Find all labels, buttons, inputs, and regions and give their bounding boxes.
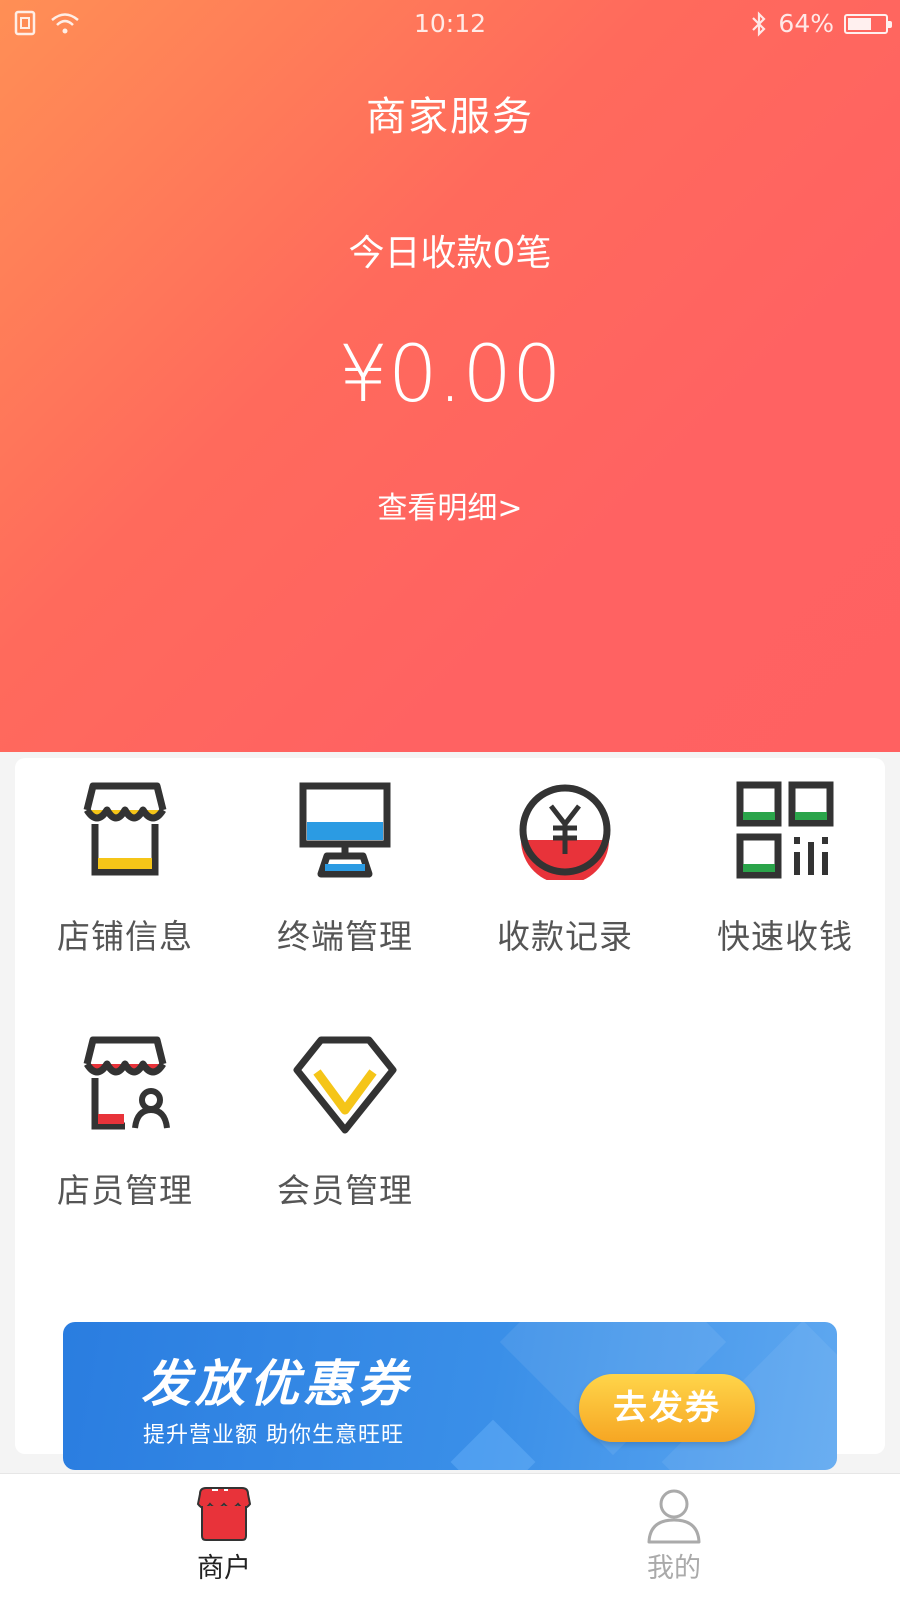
bluetooth-icon xyxy=(752,10,766,37)
grid-item-label: 快速收钱 xyxy=(717,917,853,956)
view-details-link[interactable]: 查看明细> xyxy=(0,483,900,527)
grid-item-label: 店铺信息 xyxy=(57,917,193,956)
grid-item-terminal[interactable]: 终端管理 xyxy=(245,780,445,958)
tab-mine[interactable]: 我的 xyxy=(614,1484,734,1585)
today-amount: ¥0.00 xyxy=(338,330,562,420)
banner-subtitle: 提升营业额 助你生意旺旺 xyxy=(143,1423,404,1448)
tab-merchant[interactable]: 商户 xyxy=(164,1484,284,1585)
tab-label: 商户 xyxy=(197,1553,251,1584)
grid-item-label: 收款记录 xyxy=(497,917,633,956)
battery-percent: 64% xyxy=(778,9,834,38)
qr-code-icon xyxy=(736,781,834,879)
store-info-icon xyxy=(83,782,167,876)
issue-coupon-button[interactable]: 去发券 xyxy=(579,1374,755,1442)
grid-item-quick-pay[interactable]: 快速收钱 xyxy=(685,780,885,958)
tab-label: 我的 xyxy=(647,1553,701,1584)
coupon-banner[interactable]: 发放优惠券 提升营业额 助你生意旺旺 去发券 xyxy=(63,1322,837,1470)
grid-item-label: 终端管理 xyxy=(277,917,413,956)
status-bar: 10:12 64% xyxy=(0,0,900,48)
terminal-icon xyxy=(299,782,391,878)
member-diamond-icon xyxy=(293,1036,397,1134)
hero-header: 10:12 64% 商家服务 今日收款0笔 ¥0.00 查看明细> xyxy=(0,0,900,752)
page-title: 商家服务 xyxy=(366,94,534,140)
grid-item-staff[interactable]: 店员管理 xyxy=(25,1034,225,1212)
banner-title: 发放优惠券 xyxy=(141,1355,411,1413)
battery-icon xyxy=(844,13,892,34)
grid-item-store-info[interactable]: 店铺信息 xyxy=(25,780,225,958)
grid-item-label: 店员管理 xyxy=(57,1171,193,1210)
grid-item-member[interactable]: 会员管理 xyxy=(245,1034,445,1212)
banner-decoration xyxy=(450,1419,536,1470)
staff-icon xyxy=(83,1036,170,1130)
bottom-tab-bar: 商户 我的 xyxy=(0,1473,900,1600)
grid-item-label: 会员管理 xyxy=(277,1171,413,1210)
user-icon xyxy=(647,1489,701,1544)
today-count-label: 今日收款0笔 xyxy=(348,233,552,274)
payment-record-icon xyxy=(519,784,611,880)
shop-icon xyxy=(196,1487,252,1541)
grid-item-payment-record[interactable]: 收款记录 xyxy=(465,780,665,958)
